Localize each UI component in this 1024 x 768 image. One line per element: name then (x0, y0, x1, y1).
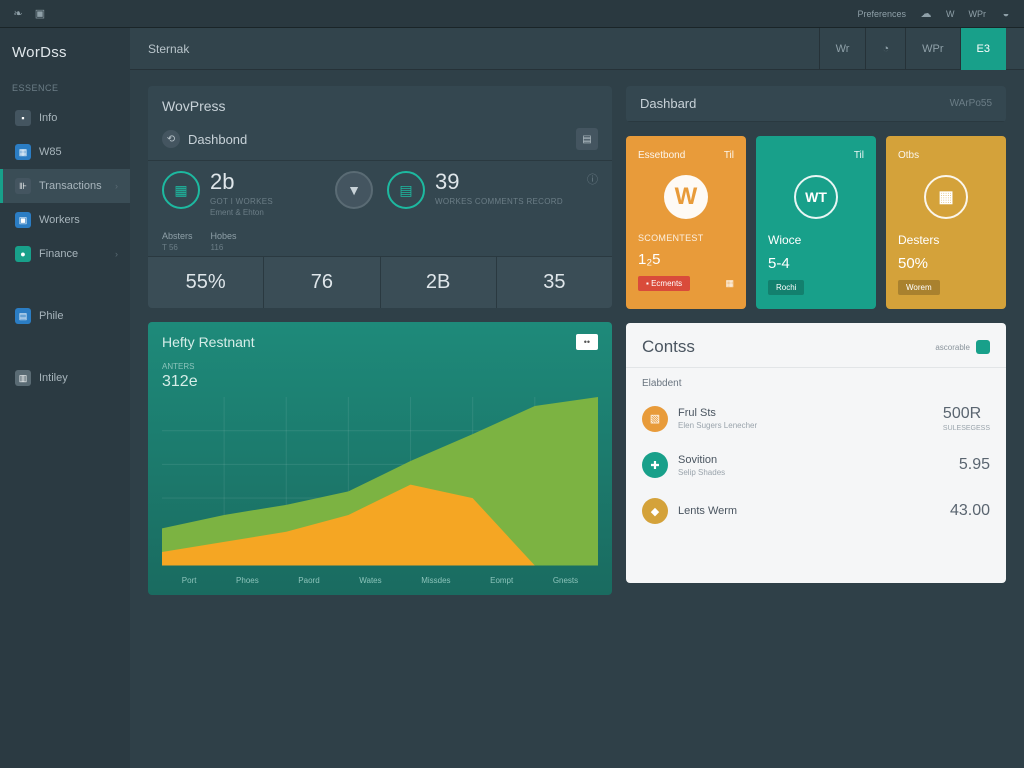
chevron-right-icon: › (115, 181, 118, 191)
panel-title: Dashbond (188, 132, 247, 147)
sidebar-item-intiley[interactable]: ▥Intiley (0, 361, 130, 395)
chevron-right-icon: › (115, 249, 118, 259)
sidebar-item-info[interactable]: ▪Info (0, 101, 130, 135)
contact-icon-2: ◆ (642, 498, 668, 524)
tab-e3[interactable]: E3 (960, 28, 1006, 70)
tab-clock[interactable]: ◔ (865, 28, 905, 70)
contact-icon-1: ✚ (642, 452, 668, 478)
status-dot (976, 340, 990, 354)
contact-row-1[interactable]: ✚ SovitionSelip Shades 5.95 (626, 442, 1006, 488)
number-row: 55% 76 2B 35 (148, 256, 612, 308)
panel-action-button[interactable]: ▤ (576, 128, 598, 150)
leaf-icon: ❧ (12, 8, 24, 20)
shield-icon: ▼ (335, 171, 373, 209)
tile-btn-worem[interactable]: Worem (898, 280, 940, 295)
tiles-grid: EssetbondTil W Scomentest 1₂5 ▪ Ecments▦… (626, 136, 1006, 309)
chart-xaxis: PortPhoes PaordWates MissdesEompt Gnests (148, 572, 612, 595)
contact-row-0[interactable]: ▧ Frul StsElen Sugers Lenecher 500RSULES… (626, 395, 1006, 442)
header: Sternak Wr ◔ WPr E3 (130, 28, 1024, 70)
stat-1: ▦ 2b Got I Workes Ement & Ehton ▼ (162, 171, 373, 217)
tab-wr[interactable]: Wr (819, 28, 866, 70)
contacts-panel: Contss ascorable Elabdent ▧ Frul StsElen… (626, 323, 1006, 583)
file-icon: ▤ (15, 308, 31, 324)
wt-icon: WT (794, 175, 838, 219)
right-header-sub: WArPo55 (950, 98, 992, 109)
cloud-icon[interactable]: ☁ (920, 8, 932, 20)
num-cell-2: 2B (381, 257, 497, 308)
tab-wpr[interactable]: WPr (905, 28, 959, 70)
right-header-panel: Dashbard WArPo55 (626, 86, 1006, 122)
topbar-item-0[interactable]: W (946, 9, 955, 19)
topbar-pref-label[interactable]: Preferences (857, 9, 906, 19)
num-cell-1: 76 (264, 257, 380, 308)
contacts-title: Contss (642, 337, 695, 357)
people-icon: ▣ (15, 212, 31, 228)
sidebar-item-workers[interactable]: ▣Workers (0, 203, 130, 237)
chart-title: Hefty Restnant (162, 334, 255, 350)
tile-orange[interactable]: EssetbondTil W Scomentest 1₂5 ▪ Ecments▦ (626, 136, 746, 309)
chart-panel: Hefty Restnant •• Anters 312e (148, 322, 612, 595)
breadcrumb[interactable]: Sternak (148, 42, 189, 56)
dashboard-panel: WovPress ⟲ Dashbond ▤ ▦ 2b Got I Workes … (148, 86, 612, 308)
num-cell-0: 55% (148, 257, 264, 308)
tile-btn-red[interactable]: ▪ Ecments (638, 276, 690, 291)
wordpress-icon: W (664, 175, 708, 219)
stat-icon-2: ▤ (387, 171, 425, 209)
sidebar-section: Essence (0, 79, 130, 101)
brand-title: WorDss (0, 38, 130, 79)
refresh-icon[interactable]: ⟲ (162, 130, 180, 148)
tile-teal[interactable]: Til WT Wioce 5-4 Rochi (756, 136, 876, 309)
sidebar-item-transactions[interactable]: ⊪Transactions› (0, 169, 130, 203)
grid-icon: ▦ (15, 144, 31, 160)
tile-btn-rochi[interactable]: Rochi (768, 280, 804, 295)
sidebar-item-w85[interactable]: ▦W85 (0, 135, 130, 169)
sidebar: WorDss Essence ▪Info ▦W85 ⊪Transactions›… (0, 28, 130, 768)
info-icon[interactable]: ⓘ (587, 171, 598, 187)
chart-badge[interactable]: •• (576, 334, 598, 350)
chart-area (148, 397, 612, 572)
settings-icon: ▥ (15, 370, 31, 386)
stat-2: ▤ 39 Workes Comments Record ⓘ (387, 171, 598, 217)
bars-icon: ⊪ (15, 178, 31, 194)
contact-icon-0: ▧ (642, 406, 668, 432)
contact-row-2[interactable]: ◆ Lents Werm 43.00 (626, 488, 1006, 534)
grid-icon: ▦ (725, 278, 734, 289)
user-icon[interactable]: ◒ (1000, 8, 1012, 20)
clock-icon: ◔ (882, 43, 889, 55)
sidebar-item-phile[interactable]: ▤Phile (0, 299, 130, 333)
topbar-item-1[interactable]: WPr (969, 9, 987, 19)
panel-brand: WovPress (148, 86, 612, 118)
sidebar-item-finance[interactable]: ●Finance› (0, 237, 130, 271)
contacts-sub: Elabdent (626, 368, 1006, 395)
money-icon: ● (15, 246, 31, 262)
right-header-title: Dashbard (640, 96, 696, 111)
tile-amber[interactable]: Otbs ▦ Desters 50% Worem (886, 136, 1006, 309)
window-icon: ▣ (34, 8, 46, 20)
stat-icon-1: ▦ (162, 171, 200, 209)
card-icon: ▦ (924, 175, 968, 219)
doc-icon: ▪ (15, 110, 31, 126)
num-cell-3: 35 (497, 257, 612, 308)
